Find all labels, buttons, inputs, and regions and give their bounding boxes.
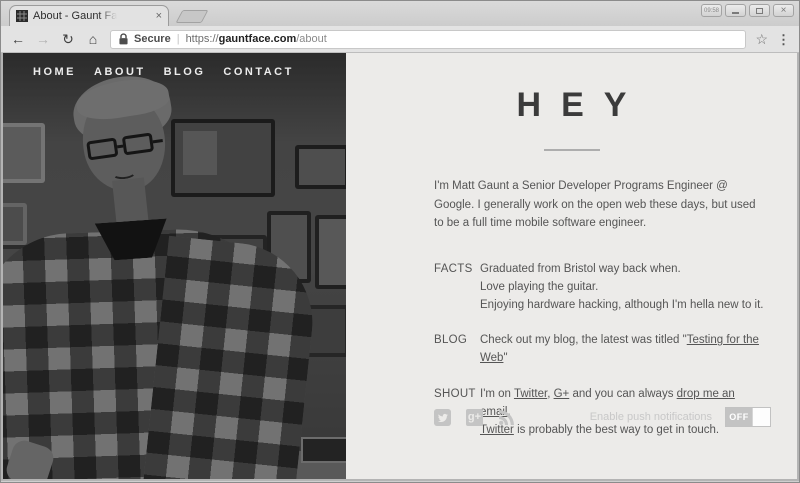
section-blog: Check out my blog, the latest was titled…	[480, 332, 768, 368]
fact-line: Graduated from Bristol way back when.	[480, 261, 768, 279]
main-pane: HEY I'm Matt Gaunt a Senior Developer Pr…	[346, 53, 797, 479]
page-content: HOME ABOUT BLOG CONTACT HEY I'm Matt Gau…	[1, 53, 799, 481]
omnibox-separator: |	[177, 33, 180, 45]
text-segment: Check out my blog, the latest was titled…	[480, 334, 687, 346]
twitter-icon[interactable]	[434, 409, 451, 426]
toggle-knob[interactable]	[752, 408, 770, 426]
lock-icon	[119, 33, 128, 45]
new-tab-button[interactable]	[176, 10, 209, 23]
page-footer: g+ Enable push notifications OFF	[434, 407, 771, 427]
url-scheme: https://	[186, 33, 219, 45]
text-link[interactable]: G+	[554, 388, 570, 400]
security-chip: Secure	[134, 33, 171, 45]
text-segment: and you can always	[569, 388, 676, 400]
push-notifications-toggle[interactable]: OFF	[725, 407, 771, 427]
fact-line: Enjoying hardware hacking, although I'm …	[480, 297, 768, 315]
url-text: https://gauntface.com/about	[186, 33, 327, 45]
text-segment: Graduated from Bristol way back when.	[480, 263, 681, 275]
minimize-button[interactable]	[725, 4, 746, 17]
titlebar-badge: 09:58	[701, 4, 722, 17]
url-host: gauntface.com	[219, 33, 297, 45]
intro-paragraph: I'm Matt Gaunt a Senior Developer Progra…	[434, 177, 768, 233]
section-facts: Graduated from Bristol way back when. Lo…	[480, 261, 768, 314]
nav-item-contact[interactable]: CONTACT	[223, 66, 293, 78]
text-segment: I'm on	[480, 388, 514, 400]
url-path: /about	[296, 33, 327, 45]
hero-photo: HOME ABOUT BLOG CONTACT	[3, 53, 346, 479]
maximize-button[interactable]	[749, 4, 770, 17]
blog-line: Check out my blog, the latest was titled…	[480, 332, 768, 368]
text-segment: Love playing the guitar.	[480, 281, 598, 293]
tab-title: About - Gaunt Fa	[33, 10, 117, 22]
maximize-icon	[756, 8, 763, 14]
browser-toolbar: ← → ↻ ⌂ Secure | https://gauntface.com/a…	[1, 26, 799, 53]
push-notifications-control: Enable push notifications OFF	[590, 407, 771, 427]
close-button[interactable]: ×	[773, 4, 794, 17]
titlebar: About - Gaunt Fa × 09:58 ×	[1, 1, 799, 26]
forward-icon[interactable]: →	[35, 32, 51, 46]
section-label-blog: BLOG	[434, 332, 480, 368]
reload-icon[interactable]: ↻	[60, 32, 76, 46]
browser-window: About - Gaunt Fa × 09:58 × ← → ↻ ⌂ Secur…	[0, 0, 800, 483]
tab-close-icon[interactable]: ×	[156, 11, 162, 22]
window-controls: 09:58 ×	[701, 4, 794, 17]
address-bar[interactable]: Secure | https://gauntface.com/about	[110, 30, 746, 49]
page-title: HEY	[346, 86, 797, 125]
site-favicon-icon	[16, 10, 28, 22]
text-segment: "	[503, 352, 507, 364]
home-icon[interactable]: ⌂	[85, 32, 101, 46]
bookmark-star-icon[interactable]: ☆	[755, 32, 768, 46]
social-links: g+	[434, 409, 515, 426]
browser-menu-icon[interactable]: ⋮	[777, 33, 790, 46]
nav-item-home[interactable]: HOME	[33, 66, 76, 78]
fact-line: Love playing the guitar.	[480, 279, 768, 297]
nav-item-about[interactable]: ABOUT	[94, 66, 146, 78]
push-notifications-label: Enable push notifications	[590, 411, 712, 423]
close-icon: ×	[781, 6, 787, 16]
back-icon[interactable]: ←	[10, 32, 26, 46]
toggle-state-label: OFF	[726, 408, 752, 426]
rss-icon[interactable]	[498, 409, 515, 426]
browser-tab[interactable]: About - Gaunt Fa ×	[9, 5, 169, 26]
minimize-icon	[732, 12, 739, 14]
site-nav: HOME ABOUT BLOG CONTACT	[33, 66, 294, 78]
title-divider	[544, 149, 600, 151]
google-plus-icon[interactable]: g+	[466, 409, 483, 426]
section-label-facts: FACTS	[434, 261, 480, 314]
text-segment: Enjoying hardware hacking, although I'm …	[480, 299, 763, 311]
photo-dark-overlay	[3, 53, 346, 479]
nav-item-blog[interactable]: BLOG	[164, 66, 206, 78]
text-link[interactable]: Twitter	[514, 388, 547, 400]
